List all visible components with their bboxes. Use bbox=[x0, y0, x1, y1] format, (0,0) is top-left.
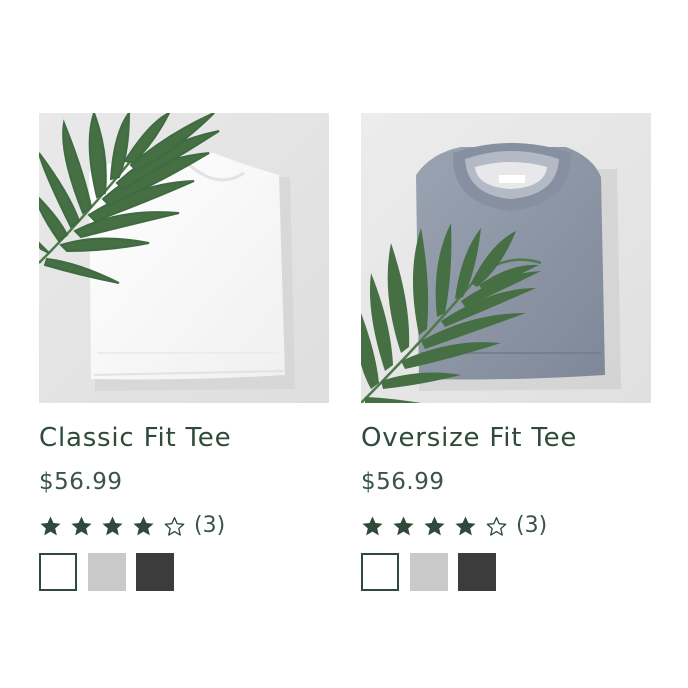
star-filled-icon bbox=[361, 515, 384, 538]
gray-tshirt-image bbox=[361, 113, 651, 403]
star-empty-icon bbox=[485, 515, 508, 538]
rating-count: (3) bbox=[516, 513, 548, 538]
star-empty-icon bbox=[163, 515, 186, 538]
star-filled-icon bbox=[101, 515, 124, 538]
product-image[interactable] bbox=[361, 113, 651, 403]
rating-count: (3) bbox=[194, 513, 226, 538]
product-title[interactable]: Oversize Fit Tee bbox=[361, 422, 653, 454]
product-price: $56.99 bbox=[361, 469, 445, 495]
color-swatches bbox=[39, 553, 331, 591]
swatch-gray[interactable] bbox=[88, 553, 126, 591]
product-title[interactable]: Classic Fit Tee bbox=[39, 422, 331, 454]
star-rating: (3) bbox=[39, 511, 331, 541]
star-filled-icon bbox=[423, 515, 446, 538]
product-image[interactable] bbox=[39, 113, 329, 403]
product-card-oversize-fit-tee[interactable]: Oversize Fit Tee $56.99 (3) bbox=[361, 113, 653, 591]
star-rating: (3) bbox=[361, 511, 653, 541]
product-card-classic-fit-tee[interactable]: Classic Fit Tee $56.99 (3) bbox=[39, 113, 331, 591]
swatch-white[interactable] bbox=[361, 553, 399, 591]
swatch-black[interactable] bbox=[458, 553, 496, 591]
swatch-gray[interactable] bbox=[410, 553, 448, 591]
star-filled-icon bbox=[70, 515, 93, 538]
color-swatches bbox=[361, 553, 653, 591]
product-price: $56.99 bbox=[39, 469, 123, 495]
star-filled-icon bbox=[132, 515, 155, 538]
star-filled-icon bbox=[392, 515, 415, 538]
swatch-white[interactable] bbox=[39, 553, 77, 591]
white-tshirt-image bbox=[39, 113, 329, 403]
star-filled-icon bbox=[39, 515, 62, 538]
star-filled-icon bbox=[454, 515, 477, 538]
swatch-black[interactable] bbox=[136, 553, 174, 591]
